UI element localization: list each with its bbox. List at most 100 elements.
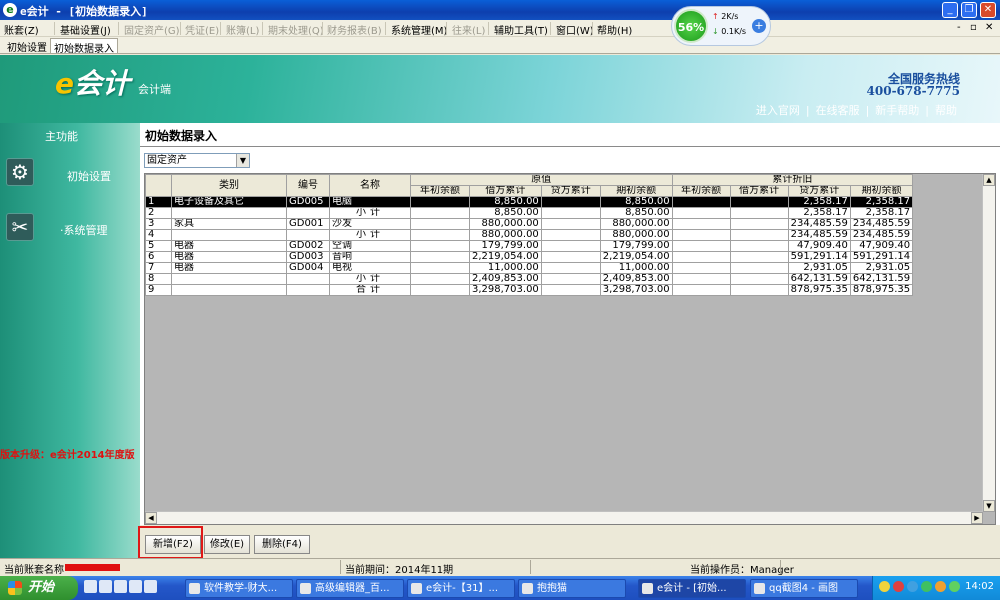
name-cell[interactable]: 空调 xyxy=(329,240,411,252)
amount-cell[interactable]: 2,358.17 xyxy=(849,207,914,219)
name-cell[interactable]: 小计 xyxy=(329,273,411,285)
column-header-original-1[interactable]: 借方累计 xyxy=(469,185,542,197)
amount-cell[interactable]: 234,485.59 xyxy=(787,229,851,241)
category-cell[interactable] xyxy=(171,207,287,219)
amount-cell[interactable]: 3,298,703.00 xyxy=(599,284,673,296)
column-header-depreciation-3[interactable]: 期初余额 xyxy=(849,185,914,197)
taskbar-item[interactable]: 软件教学-财大... xyxy=(185,579,293,598)
amount-cell[interactable] xyxy=(671,218,731,230)
quick-launch-icon[interactable] xyxy=(129,580,142,593)
row-number-cell[interactable]: 4 xyxy=(145,229,172,241)
code-cell[interactable]: GD005 xyxy=(286,196,330,208)
amount-cell[interactable] xyxy=(671,251,731,263)
amount-cell[interactable]: 2,358.17 xyxy=(787,207,851,219)
amount-cell[interactable]: 47,909.40 xyxy=(849,240,914,252)
tab-initial-data-entry[interactable]: 初始数据录入 xyxy=(50,38,118,55)
amount-cell[interactable] xyxy=(729,229,789,241)
tab-initial-settings[interactable]: 初始设置 xyxy=(4,38,50,54)
menu-system-management[interactable]: 系统管理(M) xyxy=(391,22,447,37)
amount-cell[interactable] xyxy=(729,284,789,296)
code-cell[interactable] xyxy=(286,284,330,296)
name-cell[interactable]: 音响 xyxy=(329,251,411,263)
table-row[interactable]: 3 家具 GD001 沙发 880,000.00 880,000.00 234,485.59… xyxy=(145,218,914,230)
amount-cell[interactable]: 179,799.00 xyxy=(599,240,673,252)
code-cell[interactable] xyxy=(286,229,330,241)
amount-cell[interactable] xyxy=(671,196,731,208)
amount-cell[interactable]: 880,000.00 xyxy=(599,229,673,241)
amount-cell[interactable] xyxy=(540,262,601,274)
mdi-close-button[interactable]: ✕ xyxy=(985,22,993,33)
amount-cell[interactable] xyxy=(540,207,601,219)
amount-cell[interactable]: 234,485.59 xyxy=(849,229,914,241)
tray-icon[interactable] xyxy=(935,581,946,592)
amount-cell[interactable] xyxy=(729,196,789,208)
amount-cell[interactable] xyxy=(671,273,731,285)
quick-launch-icon[interactable] xyxy=(99,580,112,593)
table-row[interactable]: 5 电器 GD002 空调 179,799.00 179,799.00 47,909.40 4… xyxy=(145,240,914,252)
amount-cell[interactable]: 11,000.00 xyxy=(469,262,542,274)
vertical-scrollbar[interactable]: ▲ ▼ xyxy=(982,174,995,512)
menu-window[interactable]: 窗口(W) xyxy=(556,22,594,37)
amount-cell[interactable]: 2,409,853.00 xyxy=(599,273,673,285)
row-number-cell[interactable]: 8 xyxy=(145,273,172,285)
amount-cell[interactable] xyxy=(729,262,789,274)
scroll-right-arrow-icon[interactable]: ▶ xyxy=(971,512,983,524)
tray-icon[interactable] xyxy=(921,581,932,592)
amount-cell[interactable]: 2,931.05 xyxy=(787,262,851,274)
row-number-cell[interactable]: 9 xyxy=(145,284,172,296)
table-row[interactable]: 4 小计 880,000.00 880,000.00 234,485.59 234,485… xyxy=(145,229,914,241)
menu-dealings[interactable]: 往来(L) xyxy=(452,22,485,37)
code-cell[interactable] xyxy=(286,207,330,219)
close-button[interactable]: ✕ xyxy=(980,2,996,18)
network-monitor-widget[interactable]: 56% ↑ 2K/s ↓ 0.1K/s + xyxy=(671,6,771,46)
tools-icon[interactable]: ✂ xyxy=(6,213,34,241)
menu-period-end[interactable]: 期末处理(Q) xyxy=(268,22,324,37)
amount-cell[interactable]: 880,000.00 xyxy=(599,218,673,230)
amount-cell[interactable]: 2,409,853.00 xyxy=(469,273,542,285)
category-cell[interactable] xyxy=(171,284,287,296)
amount-cell[interactable]: 642,131.59 xyxy=(787,273,851,285)
link-online-support[interactable]: 在线客服 xyxy=(813,104,863,117)
column-header-name[interactable]: 名称 xyxy=(329,174,411,197)
amount-cell[interactable]: 880,000.00 xyxy=(469,229,542,241)
sidebar-item-system-management[interactable]: ·系统管理 xyxy=(60,222,108,238)
edit-button[interactable]: 修改(E) xyxy=(204,535,250,554)
name-cell[interactable]: 小计 xyxy=(329,207,411,219)
sidebar-item-initial-settings[interactable]: 初始设置 xyxy=(67,168,111,184)
taskbar-item[interactable]: e会计-【31】... xyxy=(407,579,515,598)
horizontal-scrollbar[interactable]: ◀ ▶ xyxy=(145,511,983,524)
amount-cell[interactable]: 11,000.00 xyxy=(599,262,673,274)
gear-icon[interactable]: ⚙ xyxy=(6,158,34,186)
start-button[interactable]: 开始 xyxy=(0,576,78,600)
taskbar-item[interactable]: 高级编辑器_百... xyxy=(296,579,404,598)
amount-cell[interactable]: 878,975.35 xyxy=(849,284,914,296)
table-row[interactable]: 6 电器 GD003 音响 2,219,054.00 2,219,054.00 591,29… xyxy=(145,251,914,263)
amount-cell[interactable] xyxy=(729,218,789,230)
mdi-minimize-button[interactable]: - xyxy=(957,22,961,33)
amount-cell[interactable]: 591,291.14 xyxy=(787,251,851,263)
category-cell[interactable] xyxy=(171,273,287,285)
taskbar-item[interactable]: 抱抱猫 xyxy=(518,579,626,598)
version-upgrade-notice[interactable]: 版本升级：e会计2014年度版 xyxy=(0,446,135,461)
amount-cell[interactable]: 179,799.00 xyxy=(469,240,542,252)
quick-launch-icon[interactable] xyxy=(84,580,97,593)
amount-cell[interactable]: 878,975.35 xyxy=(787,284,851,296)
plus-icon[interactable]: + xyxy=(752,19,766,33)
category-cell[interactable]: 电器 xyxy=(171,240,287,252)
menu-fixed-assets[interactable]: 固定资产(G) xyxy=(124,22,180,37)
menu-voucher[interactable]: 凭证(E) xyxy=(185,22,219,37)
asset-category-select[interactable]: 固定资产 ▼ xyxy=(144,153,250,168)
tray-icon[interactable] xyxy=(879,581,890,592)
amount-cell[interactable] xyxy=(671,284,731,296)
code-cell[interactable]: GD003 xyxy=(286,251,330,263)
amount-cell[interactable] xyxy=(729,273,789,285)
column-header-original-0[interactable]: 年初余额 xyxy=(410,185,470,197)
amount-cell[interactable] xyxy=(410,207,470,219)
quick-launch-icon[interactable] xyxy=(144,580,157,593)
row-number-cell[interactable]: 5 xyxy=(145,240,172,252)
amount-cell[interactable]: 2,358.17 xyxy=(787,196,851,208)
amount-cell[interactable] xyxy=(729,207,789,219)
column-header-code[interactable]: 编号 xyxy=(286,174,330,197)
amount-cell[interactable] xyxy=(540,273,601,285)
category-cell[interactable]: 电器 xyxy=(171,262,287,274)
